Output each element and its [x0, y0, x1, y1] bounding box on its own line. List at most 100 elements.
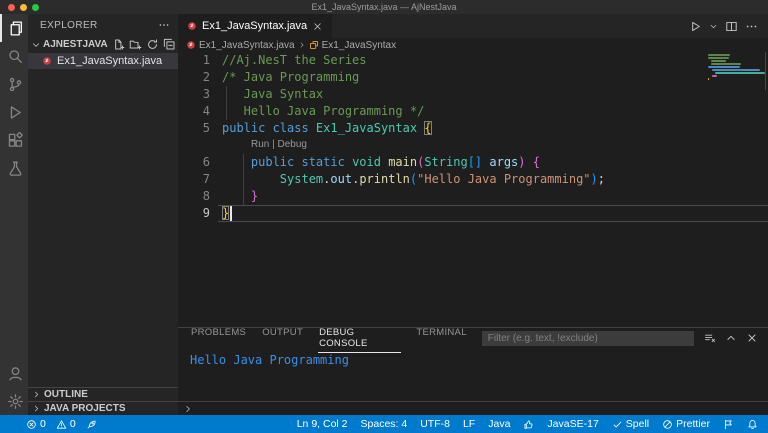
activity-bar — [0, 14, 28, 415]
status-bell-icon[interactable] — [747, 419, 758, 430]
explorer-section-label: AJNESTJAVA — [43, 39, 108, 50]
codelens-run-debug[interactable]: Run | Debug — [178, 137, 768, 154]
code-line-1: 1//Aj.NesT the Series — [178, 52, 768, 69]
file-name: Ex1_JavaSyntax.java — [57, 55, 162, 67]
activity-item-testing[interactable] — [0, 154, 28, 182]
code-editor[interactable]: 1//Aj.NesT the Series2/* Java Programmin… — [178, 52, 768, 327]
panel-tab-terminal[interactable]: TERMINAL — [415, 324, 467, 353]
activity-item-search[interactable] — [0, 42, 28, 70]
status-label: LF — [463, 418, 475, 430]
file-list: Ex1_JavaSyntax.java — [28, 53, 178, 69]
status-javase-17[interactable]: JavaSE-17 — [547, 418, 598, 430]
line-number: 4 — [178, 103, 222, 120]
debug-console-repl-input[interactable] — [178, 401, 768, 415]
sidebar-bottom-sections: OUTLINEJAVA PROJECTS — [28, 387, 178, 415]
close-tab-icon[interactable] — [312, 21, 323, 32]
code-line-3: 3 Java Syntax — [178, 86, 768, 103]
activity-item-source-control[interactable] — [0, 70, 28, 98]
code-line-8: 8 } — [178, 188, 768, 205]
explorer-sidebar: EXPLORER AJNESTJAVA Ex1_JavaSyntax.java … — [28, 14, 178, 415]
status-utf-8[interactable]: UTF-8 — [420, 418, 450, 430]
activity-item-accounts[interactable] — [0, 359, 28, 387]
bottom-panel: PROBLEMSOUTPUTDEBUG CONSOLETERMINAL Hell… — [178, 327, 768, 415]
sidebar-section-java-projects[interactable]: JAVA PROJECTS — [28, 401, 178, 415]
panel-tab-output[interactable]: OUTPUT — [261, 324, 304, 353]
feedback-icon — [723, 419, 734, 430]
clear-console-icon[interactable] — [704, 332, 716, 344]
split-editor-icon[interactable] — [725, 20, 738, 33]
tab-label: Ex1_JavaSyntax.java — [202, 20, 307, 32]
status-0[interactable]: 0 — [56, 418, 76, 430]
collapse-all-icon[interactable] — [163, 38, 176, 51]
sidebar-title: EXPLORER — [40, 20, 98, 31]
status-lf[interactable]: LF — [463, 418, 475, 430]
more-actions-icon[interactable] — [158, 19, 170, 31]
run-debug-icon — [7, 104, 24, 121]
status-thumbsup-icon[interactable] — [523, 419, 534, 430]
code-line-5: 5public class Ex1_JavaSyntax { — [178, 120, 768, 137]
status-spell[interactable]: Spell — [612, 418, 649, 430]
activity-item-explorer[interactable] — [0, 14, 28, 42]
run-icon[interactable] — [689, 20, 702, 33]
java-file-icon — [186, 40, 196, 50]
code-line-7: 7 System.out.println("Hello Java Program… — [178, 171, 768, 188]
status-left: 00 — [26, 418, 107, 430]
editor-actions — [689, 14, 768, 38]
panel-tabs: PROBLEMS OUTPUT DEBUG CONSOLE TERMINAL — [190, 324, 482, 353]
status-rocket-icon[interactable] — [86, 419, 97, 430]
extensions-icon — [7, 132, 24, 149]
status-feedback-icon[interactable] — [723, 419, 734, 430]
status-label: JavaSE-17 — [547, 418, 598, 430]
new-file-icon[interactable] — [112, 38, 125, 51]
text-cursor — [230, 206, 232, 221]
panel-header: PROBLEMSOUTPUTDEBUG CONSOLETERMINAL — [178, 328, 768, 348]
breadcrumb-item-ex1-javasyntax-java[interactable]: Ex1_JavaSyntax.java — [186, 40, 295, 51]
close-panel-icon[interactable] — [746, 332, 758, 344]
status-label: Ln 9, Col 2 — [297, 418, 348, 430]
ellipsis-icon[interactable] — [745, 20, 758, 33]
refresh-icon[interactable] — [146, 38, 159, 51]
activity-item-run-and-debug[interactable] — [0, 98, 28, 126]
status-0[interactable]: 0 — [26, 418, 46, 430]
testing-icon — [7, 160, 24, 177]
panel-tab-debug-console[interactable]: DEBUG CONSOLE — [318, 324, 401, 353]
status-label: 0 — [40, 418, 46, 430]
panel-tab-problems[interactable]: PROBLEMS — [190, 324, 247, 353]
class-symbol-icon — [309, 40, 319, 50]
activity-item-manage[interactable] — [0, 387, 28, 415]
maximize-panel-icon[interactable] — [725, 332, 737, 344]
line-number: 6 — [178, 154, 222, 171]
file-item-ex1-javasyntax-java[interactable]: Ex1_JavaSyntax.java — [28, 53, 178, 69]
chevron-down-icon[interactable] — [709, 22, 718, 31]
code-line-9: 9} — [178, 205, 768, 222]
java-file-icon — [187, 21, 197, 31]
chevron-right-icon — [32, 404, 41, 413]
check-icon — [612, 419, 623, 430]
status-java[interactable]: Java — [488, 418, 510, 430]
code-text: //Aj.NesT the Series — [222, 52, 367, 69]
chevron-right-icon — [298, 41, 306, 49]
settings-gear-icon — [7, 393, 24, 410]
sidebar-header: EXPLORER — [28, 14, 178, 36]
chevron-right-icon — [32, 390, 41, 399]
breadcrumb-item-ex1-javasyntax[interactable]: Ex1_JavaSyntax — [309, 40, 397, 51]
activity-item-extensions[interactable] — [0, 126, 28, 154]
code-line-4: 4 Hello Java Programming */ — [178, 103, 768, 120]
line-number: 9 — [178, 205, 222, 222]
tab-ex1-javasyntax[interactable]: Ex1_JavaSyntax.java — [178, 14, 332, 38]
status-spaces-4[interactable]: Spaces: 4 — [361, 418, 408, 430]
bell-icon — [747, 419, 758, 430]
explorer-section-header[interactable]: AJNESTJAVA — [28, 36, 178, 53]
status-ln-9-col-2[interactable]: Ln 9, Col 2 — [297, 418, 348, 430]
new-folder-icon[interactable] — [129, 38, 142, 51]
code-text: Hello Java Programming */ — [222, 103, 424, 120]
panel-actions — [694, 332, 768, 344]
status-prettier[interactable]: Prettier — [662, 418, 710, 430]
rocket-icon — [86, 419, 97, 430]
title-bar: Ex1_JavaSyntax.java — AjNestJava — [0, 0, 768, 14]
explorer-section-actions — [112, 38, 176, 51]
sidebar-section-outline[interactable]: OUTLINE — [28, 387, 178, 401]
search-icon — [7, 48, 24, 65]
circle-slash-icon — [662, 419, 673, 430]
debug-filter-input[interactable] — [482, 331, 694, 346]
